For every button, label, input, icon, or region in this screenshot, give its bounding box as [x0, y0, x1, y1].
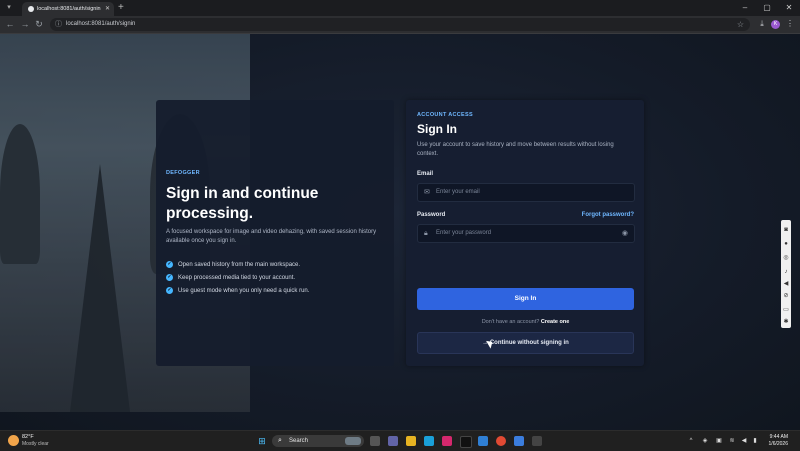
create-account-row: Don't have an account? Create one	[417, 319, 634, 325]
browser-tab-strip: ▾ localhost:8081/auth/signin ✕ + – ▢ ✕	[0, 0, 800, 16]
clock-date[interactable]: 1/6/2026	[762, 441, 788, 448]
close-tab-icon[interactable]: ✕	[105, 4, 110, 14]
tray-app-icon[interactable]: ◈	[700, 436, 710, 446]
instagram-icon[interactable]	[442, 436, 452, 446]
browser-tab[interactable]: localhost:8081/auth/signin ✕	[22, 2, 114, 16]
menu-dots-icon[interactable]: ⋮	[784, 18, 796, 30]
close-window-icon[interactable]: ✕	[778, 0, 800, 16]
signin-subtitle: Use your account to save history and mov…	[417, 142, 614, 157]
teams-icon[interactable]	[388, 436, 398, 446]
no-account-text: Don't have an account?	[481, 319, 540, 325]
mail-icon: ✉	[424, 189, 430, 196]
mute-icon[interactable]: ⊘	[782, 292, 790, 300]
site-info-icon[interactable]: ⓘ	[55, 19, 62, 30]
hero-panel: DEFOGGER Sign in and continue processing…	[156, 100, 394, 366]
globe-icon	[28, 6, 34, 12]
email-placeholder: Enter your email	[436, 189, 480, 195]
minimize-icon[interactable]: –	[734, 0, 756, 16]
background-tree	[0, 124, 40, 264]
email-field[interactable]: ✉ Enter your email	[417, 183, 635, 202]
microphone-icon[interactable]: ♪	[782, 268, 790, 276]
check-icon: ✓	[166, 287, 173, 294]
vscode-icon[interactable]	[478, 436, 488, 446]
address-url: localhost:8081/auth/signin	[66, 21, 136, 27]
task-view-icon[interactable]	[370, 436, 380, 446]
floating-side-toolbar: ◙ ● ◎ ♪ ◀ ⊘ ▭ ✱	[781, 220, 791, 328]
clock-time[interactable]: 9:44 AM	[762, 434, 788, 441]
check-icon: ✓	[166, 261, 173, 268]
hero-title: Sign in and continue processing.	[166, 185, 319, 222]
back-icon[interactable]: ←	[4, 18, 16, 30]
tray-app-icon[interactable]: ▣	[714, 436, 724, 446]
tiktok-icon[interactable]	[460, 436, 472, 448]
background-road	[70, 164, 130, 412]
maximize-icon[interactable]: ▢	[756, 0, 778, 16]
feature-text: Open saved history from the main workspa…	[178, 262, 301, 268]
sign-in-button[interactable]: Sign In	[417, 288, 634, 310]
feature-text: Use guest mode when you only need a quic…	[178, 288, 310, 294]
browser-toolbar: ← → ↻ ⓘ localhost:8081/auth/signin ☆ ⤓ K…	[0, 16, 800, 34]
windows-start-icon[interactable]: ⊞	[257, 436, 267, 446]
show-password-eye-icon[interactable]: ◉	[622, 228, 628, 239]
chat-icon[interactable]: ▭	[782, 306, 790, 314]
brand-kicker: DEFOGGER	[166, 170, 200, 176]
chevron-up-icon[interactable]: ^	[686, 436, 696, 446]
download-icon[interactable]: ⤓	[756, 18, 768, 30]
feature-text: Keep processed media tied to your accoun…	[178, 275, 296, 281]
profile-avatar[interactable]: K	[771, 20, 780, 29]
taskbar-search[interactable]: ⌕ Search	[272, 435, 364, 447]
weather-icon[interactable]	[8, 435, 19, 446]
forward-icon[interactable]: →	[19, 18, 31, 30]
password-label: Password	[417, 212, 446, 218]
search-highlight-image	[345, 437, 361, 445]
feature-item: ✓ Keep processed media tied to your acco…	[166, 273, 386, 283]
forgot-password-link[interactable]: Forgot password?	[582, 212, 634, 218]
signin-title: Sign In	[417, 122, 457, 136]
email-label: Email	[417, 171, 434, 177]
account-access-kicker: ACCOUNT ACCESS	[417, 112, 473, 118]
terminal-icon[interactable]	[532, 436, 542, 446]
address-bar[interactable]: ⓘ localhost:8081/auth/signin ☆	[50, 18, 750, 31]
create-account-link[interactable]: Create one	[541, 319, 569, 325]
app-icon[interactable]	[514, 436, 524, 446]
wifi-icon[interactable]: ≋	[727, 436, 737, 446]
guest-button-label: Continue without signing in	[489, 340, 569, 346]
edge-icon[interactable]	[424, 436, 434, 446]
signin-panel: ACCOUNT ACCESS Sign In Use your account …	[406, 100, 644, 366]
continue-as-guest-button[interactable]: → Continue without signing in	[417, 332, 634, 354]
record-icon[interactable]: ●	[782, 240, 790, 248]
search-placeholder: Search	[289, 438, 309, 444]
password-field[interactable]: 🔒︎ Enter your password ◉	[417, 224, 635, 243]
lock-icon: 🔒︎	[424, 230, 428, 237]
password-placeholder: Enter your password	[436, 230, 492, 236]
search-icon: ⌕	[278, 437, 282, 444]
target-icon[interactable]: ◎	[782, 254, 790, 262]
volume-icon[interactable]: ◀	[739, 436, 749, 446]
feature-item: ✓ Use guest mode when you only need a qu…	[166, 286, 386, 296]
new-tab-icon[interactable]: +	[118, 2, 124, 14]
check-icon: ✓	[166, 274, 173, 281]
camera-icon[interactable]: ◙	[782, 226, 790, 234]
weather-temperature: 82°F	[22, 434, 34, 440]
tab-title: localhost:8081/auth/signin	[37, 6, 101, 12]
bookmark-star-icon[interactable]: ☆	[737, 19, 744, 30]
settings-icon[interactable]: ✱	[782, 318, 790, 326]
hero-subtitle: A focused workspace for image and video …	[166, 229, 377, 244]
chrome-icon[interactable]	[496, 436, 506, 446]
file-explorer-icon[interactable]	[406, 436, 416, 446]
battery-icon[interactable]: ▮	[750, 436, 760, 446]
tab-search-icon[interactable]: ▾	[4, 3, 14, 13]
reload-icon[interactable]: ↻	[33, 18, 45, 30]
feature-item: ✓ Open saved history from the main works…	[166, 260, 386, 270]
speaker-icon[interactable]: ◀	[782, 280, 790, 288]
page-viewport: DEFOGGER Sign in and continue processing…	[0, 34, 800, 430]
weather-description: Mostly clear	[22, 441, 49, 447]
taskbar: 82°F Mostly clear ⊞ ⌕ Search ^ ◈ ▣ ≋ ◀ ▮…	[0, 430, 800, 451]
